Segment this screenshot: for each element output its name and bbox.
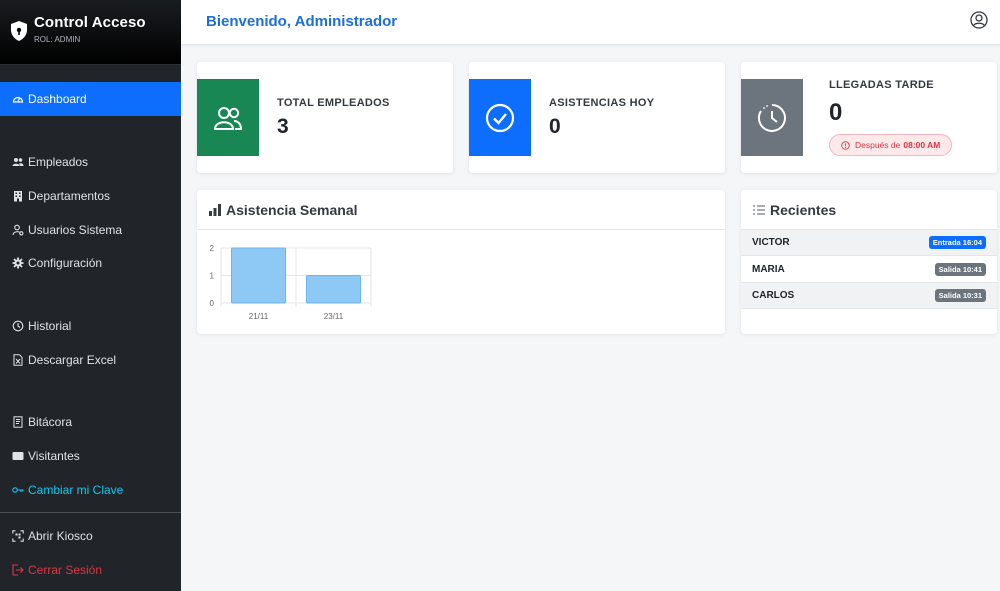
sidebar-item-usuarios[interactable]: Usuarios Sistema (0, 213, 181, 247)
sidebar-item-label: Visitantes (28, 449, 80, 463)
sidebar-item-configuracion[interactable]: Configuración (0, 246, 181, 280)
brand: Control Acceso ROL: ADMIN (0, 0, 181, 65)
recent-name: VICTOR (752, 237, 790, 248)
sidebar-item-label: Cambiar mi Clave (28, 483, 124, 497)
sidebar-item-label: Empleados (28, 155, 89, 169)
stat-value: 0 (829, 99, 843, 126)
clock-history-icon (758, 103, 786, 132)
sidebar-item-kiosco[interactable]: Abrir Kiosco (0, 519, 181, 553)
check-circle-icon (485, 103, 515, 132)
stat-value: 0 (549, 115, 561, 138)
recent-card: Recientes VICTOR Entrada 16:04 MARIA Sal… (741, 190, 997, 334)
qr-scan-icon (12, 530, 24, 542)
list-item: CARLOS Salida 10:31 (741, 283, 997, 309)
sidebar-item-label: Dashboard (28, 92, 87, 106)
brand-role: ROL: ADMIN (34, 35, 81, 44)
sidebar-item-label: Historial (28, 319, 72, 333)
card-header: Recientes (741, 190, 997, 230)
stat-card-asistencias: ASISTENCIAS HOY 0 (469, 62, 725, 173)
gear-icon (12, 257, 24, 269)
id-card-icon (12, 450, 24, 462)
stat-value: 3 (277, 115, 289, 138)
journal-icon (12, 416, 24, 428)
brand-title: Control Acceso (34, 14, 146, 31)
topbar: Bienvenido, Administrador (181, 0, 1000, 45)
sidebar-item-excel[interactable]: Descargar Excel (0, 343, 181, 377)
sidebar-item-departamentos[interactable]: Departamentos (0, 179, 181, 213)
card-header: Asistencia Semanal (197, 190, 725, 230)
late-time: 08:00 AM (903, 140, 941, 150)
stat-card-llegadas-tarde: LLEGADAS TARDE 0 Después de 08:00 AM (741, 62, 997, 173)
clock-history-icon (12, 320, 24, 332)
sidebar: Control Acceso ROL: ADMIN Dashboard Empl… (0, 0, 181, 591)
key-icon (12, 484, 24, 496)
sidebar-item-logout[interactable]: Cerrar Sesión (0, 553, 181, 587)
building-icon (12, 190, 24, 202)
weekly-attendance-chart: 0 1 2 21/11 23/11 (210, 244, 372, 321)
y-tick-label: 0 (210, 299, 215, 308)
y-tick-label: 2 (210, 244, 215, 253)
chart-bar (306, 275, 361, 304)
sidebar-item-label: Descargar Excel (28, 353, 117, 367)
user-circle-icon[interactable] (970, 11, 988, 29)
chart-bar (231, 247, 286, 304)
gauge-icon (12, 93, 24, 105)
list-icon (753, 204, 765, 215)
recent-name: CARLOS (752, 290, 795, 301)
sidebar-item-bitacora[interactable]: Bitácora (0, 405, 181, 439)
recent-name: MARIA (752, 264, 785, 275)
sidebar-item-dashboard[interactable]: Dashboard (0, 82, 181, 116)
stat-icon-box (741, 79, 803, 156)
recent-badge: Salida 10:41 (934, 263, 986, 276)
x-tick-label: 21/11 (249, 312, 269, 321)
stat-icon-box (197, 79, 259, 156)
page-title: Bienvenido, Administrador (206, 13, 398, 30)
recent-badge: Salida 10:31 (934, 289, 986, 302)
sidebar-item-label: Departamentos (28, 189, 111, 203)
alert-circle-icon (841, 140, 850, 150)
sidebar-item-visitantes[interactable]: Visitantes (0, 439, 181, 473)
stat-label: ASISTENCIAS HOY (549, 97, 655, 109)
sidebar-item-label: Bitácora (28, 415, 73, 429)
sidebar-item-cambiar-clave[interactable]: Cambiar mi Clave (0, 473, 181, 507)
card-title: Asistencia Semanal (226, 201, 358, 218)
card-title: Recientes (770, 201, 837, 218)
late-note: Después de (855, 140, 901, 150)
sidebar-item-historial[interactable]: Historial (0, 309, 181, 343)
list-item: MARIA Salida 10:41 (741, 257, 997, 283)
stat-card-empleados: TOTAL EMPLEADOS 3 (197, 62, 453, 173)
stat-icon-box (469, 79, 531, 156)
sidebar-item-label: Configuración (28, 256, 103, 270)
sidebar-item-empleados[interactable]: Empleados (0, 145, 181, 179)
weekly-attendance-card: Asistencia Semanal 0 1 2 21/11 23/11 (197, 190, 725, 334)
bar-chart-icon (209, 203, 221, 216)
sidebar-divider (0, 512, 181, 513)
file-excel-icon (12, 354, 24, 366)
late-threshold-badge: Después de 08:00 AM (829, 134, 953, 156)
stat-label: LLEGADAS TARDE (829, 79, 934, 91)
y-tick-label: 1 (210, 272, 215, 281)
sidebar-item-label: Cerrar Sesión (28, 563, 103, 577)
people-icon (12, 156, 24, 168)
x-tick-label: 23/11 (324, 312, 344, 321)
list-item: VICTOR Entrada 16:04 (741, 230, 997, 256)
sidebar-item-label: Abrir Kiosco (28, 529, 93, 543)
shield-icon (11, 21, 27, 41)
logout-icon (12, 564, 24, 576)
sidebar-item-label: Usuarios Sistema (28, 223, 123, 237)
user-gear-icon (12, 224, 24, 236)
recent-badge: Entrada 16:04 (928, 236, 986, 249)
people-icon (213, 106, 243, 130)
stat-label: TOTAL EMPLEADOS (277, 97, 390, 109)
